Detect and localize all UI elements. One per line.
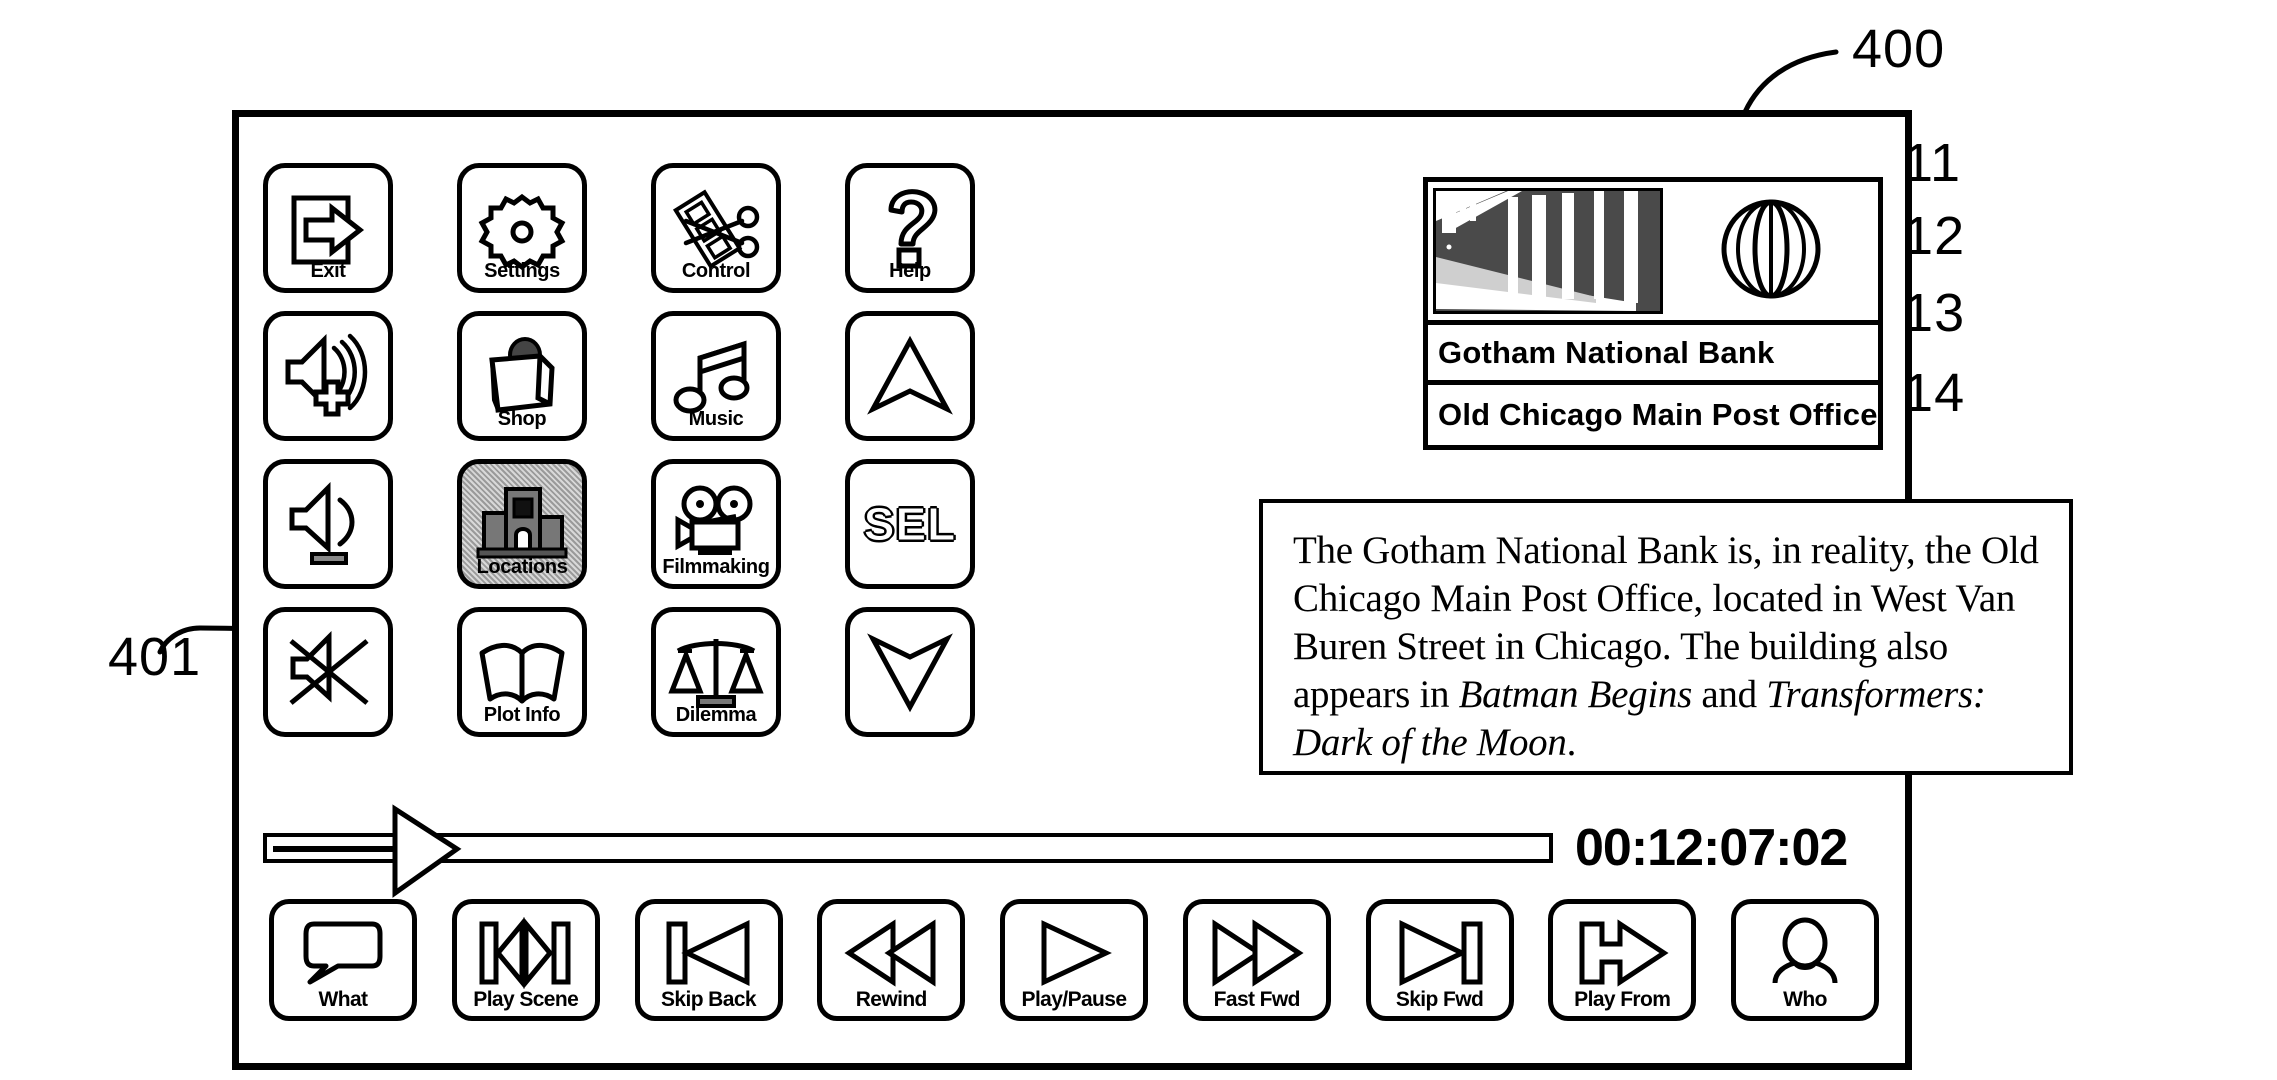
menu-button-mute[interactable] [263,607,393,737]
transport-button-label: Skip Fwd [1395,988,1484,1011]
chevron-up-icon [862,326,958,426]
scrubber-track[interactable] [263,804,1553,898]
play-scene-icon [474,917,578,989]
menu-icon-grid: Exit Settings Control Help Shop Music Lo… [263,163,975,737]
transport-control-bar: What Play Scene Skip Back Rewind Play/Pa… [269,899,1879,1021]
menu-button-label: Settings [484,260,560,282]
menu-button-help[interactable]: Help [845,163,975,293]
globe-wrap [1663,193,1878,310]
sel-label: SEL [863,498,957,551]
transport-button-label: Play/Pause [1021,988,1128,1011]
menu-button-label: Help [889,260,931,282]
chevron-down-icon [862,622,958,722]
transport-button-label: Who [1783,988,1827,1011]
description-run: and [1691,672,1767,716]
transport-button-play-from[interactable]: Play From [1548,899,1697,1021]
skip-back-icon [657,918,761,988]
globe-icon[interactable] [1715,193,1827,310]
transport-button-fast-forward[interactable]: Fast Fwd [1182,899,1331,1021]
description-title-italic: Batman Begins [1458,672,1693,716]
person-head-icon [1753,917,1857,988]
menu-button-label: Filmmaking [662,556,770,578]
transport-button-label: Skip Back [661,988,757,1011]
transport-button-skip-back[interactable]: Skip Back [634,899,783,1021]
menu-button-plot-info[interactable]: Plot Info [457,607,587,737]
location-description-box: The Gotham National Bank is, in reality,… [1259,499,2073,775]
transport-button-play-scene[interactable]: Play Scene [451,899,600,1021]
device-frame: Exit Settings Control Help Shop Music Lo… [232,110,2073,1070]
transport-button-who[interactable]: Who [1731,899,1879,1021]
timeline-row: 00:12:07:02 [263,804,1883,898]
menu-button-music[interactable]: Music [651,311,781,441]
volume-down-icon [280,474,376,574]
menu-button-label: Control [681,260,751,282]
fictional-location-name[interactable]: Gotham National Bank [1428,325,1878,385]
menu-button-label: Exit [310,260,346,282]
menu-button-settings[interactable]: Settings [457,163,587,293]
menu-button-volume-down[interactable] [263,459,393,589]
menu-button-sel[interactable]: SEL [845,459,975,589]
menu-button-label: Plot Info [483,704,561,726]
transport-button-play-pause[interactable]: Play/Pause [1000,899,1148,1021]
transport-button-what[interactable]: What [269,899,417,1021]
skip-forward-icon [1388,918,1492,988]
location-info-card: Gotham National Bank Old Chicago Main Po… [1423,177,1883,450]
transport-button-label: Rewind [855,988,928,1011]
menu-button-label: Shop [497,408,547,430]
ref-number-401: 401 [108,627,202,687]
transport-button-skip-forward[interactable]: Skip Fwd [1365,899,1514,1021]
menu-button-dilemma[interactable]: Dilemma [651,607,781,737]
transport-button-label: What [318,988,369,1011]
fast-forward-icon [1205,918,1309,988]
location-description-text: The Gotham National Bank is, in reality,… [1293,527,2043,767]
figure-canvas: 400 411 412 413 414 415 401 Exit [0,0,2277,1080]
rewind-icon [839,918,943,988]
sel-text-icon: SEL [862,474,958,574]
timecode-display: 00:12:07:02 [1575,819,1848,877]
transport-button-label: Fast Fwd [1213,988,1301,1011]
volume-mute-icon [280,622,376,722]
menu-button-exit[interactable]: Exit [263,163,393,293]
real-location-name[interactable]: Old Chicago Main Post Office [1428,385,1878,445]
ref-number-400: 400 [1852,19,1946,79]
menu-button-shop[interactable]: Shop [457,311,587,441]
transport-button-label: Play From [1574,988,1671,1011]
location-thumbnail-image[interactable] [1433,188,1663,314]
transport-button-label: Play Scene [473,988,579,1011]
play-from-icon [1570,918,1674,988]
menu-button-control[interactable]: Control [651,163,781,293]
volume-up-icon [280,326,376,426]
menu-button-label: Dilemma [675,704,757,726]
menu-button-nav-down[interactable] [845,607,975,737]
speech-bubble-icon [291,918,395,988]
play-pause-icon [1022,918,1126,988]
menu-button-volume-up[interactable] [263,311,393,441]
description-run: . [1566,720,1577,764]
menu-button-label: Locations [476,556,568,578]
menu-button-label: Music [688,408,744,430]
menu-button-filmmaking[interactable]: Filmmaking [651,459,781,589]
thumbnail-row [1428,182,1878,325]
menu-button-nav-up[interactable] [845,311,975,441]
menu-button-locations[interactable]: Locations [457,459,587,589]
transport-button-rewind[interactable]: Rewind [817,899,966,1021]
